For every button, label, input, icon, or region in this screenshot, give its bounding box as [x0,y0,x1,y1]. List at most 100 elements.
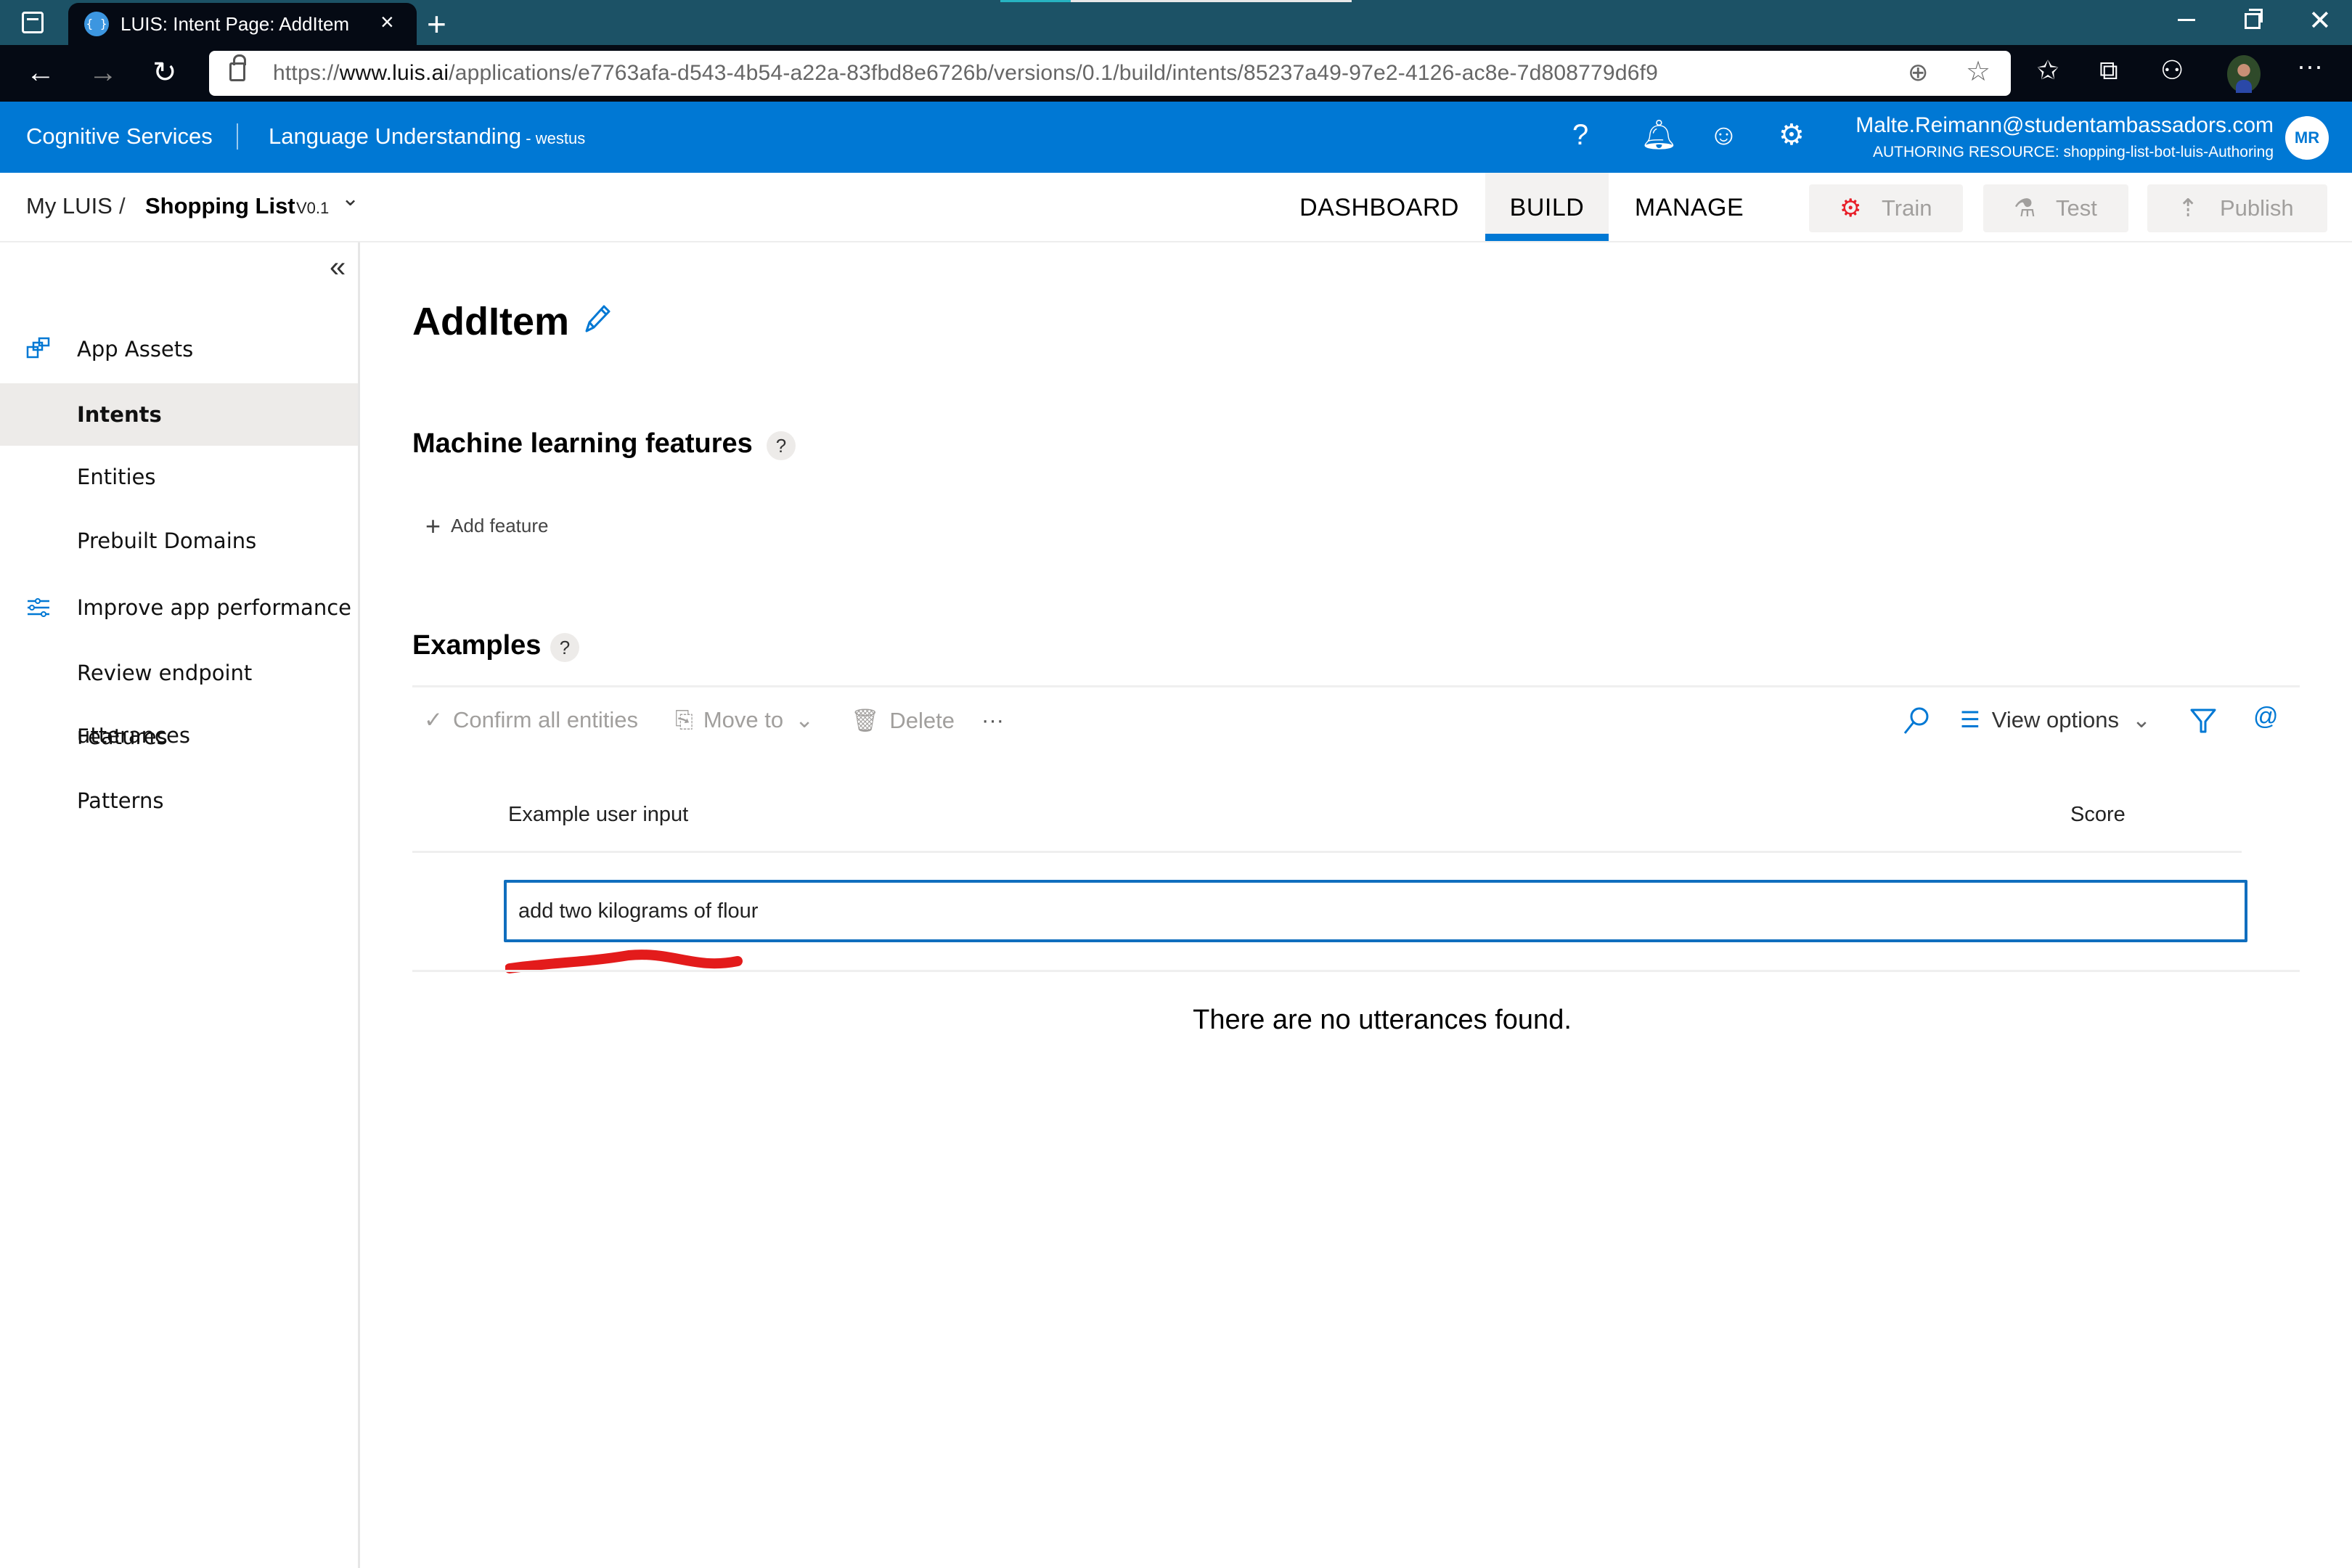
help-icon[interactable]: ? [1572,118,1588,152]
region-label: - westus [521,129,586,147]
reload-icon[interactable]: ↻ [152,55,177,90]
breadcrumb-app-name[interactable]: Shopping List [145,193,295,219]
move-to-button[interactable]: ⎘ Move to ⌄ [675,707,814,734]
checkmark-icon: ✓ [424,707,443,732]
collections-icon[interactable]: ⧉ [2099,55,2118,86]
forward-arrow-icon[interactable]: → [89,55,118,90]
user-email[interactable]: Malte.Reimann@studentambassadors.com [1855,113,2274,138]
url-path: /applications/e7763afa-d543-4b54-a22a-83… [449,61,1659,85]
train-gears-icon: ⚙ [1839,195,1862,222]
sidebar-item-label: Patterns [77,788,164,813]
more-icon[interactable]: ··· [2297,51,2323,81]
notification-bell-icon[interactable]: 🔔︎ [1641,118,1678,152]
test-label: Test [2056,195,2097,221]
header-divider [237,123,238,150]
trash-icon: 🗑︎ [851,708,880,733]
url-text[interactable]: https://www.luis.ai/applications/e7763af… [273,61,1658,86]
view-options-label: View options [1991,707,2120,732]
tab-manage[interactable]: MANAGE [1620,173,1758,241]
delete-label: Delete [889,708,955,733]
new-tab-button[interactable]: + [427,4,446,44]
table-row-divider [412,970,2300,972]
sidebar-item-app-assets[interactable]: App Assets [0,318,358,380]
view-options-button[interactable]: ☰ View options ⌄ [1960,707,2151,733]
add-feature-button[interactable]: + Add feature [425,511,548,542]
examples-heading: Examples [412,630,542,661]
sidebar-item-improve-app-performance[interactable]: Improve app performance [0,576,358,639]
feedback-smiley-icon[interactable]: ☺ [1709,118,1739,152]
filter-icon[interactable] [2189,707,2217,735]
browser-profile-avatar[interactable] [2227,55,2261,93]
browser-toolbar: ← → ↻ https://www.luis.ai/applications/e… [0,45,2352,102]
collapse-sidebar-icon[interactable]: « [330,251,346,284]
cognitive-services-link[interactable]: Cognitive Services [26,123,213,150]
address-bar[interactable]: https://www.luis.ai/applications/e7763af… [209,51,2011,96]
back-arrow-icon[interactable]: ← [26,55,55,90]
sidebar-item-entities[interactable]: Entities [0,446,358,508]
sidebar-item-patterns[interactable]: Patterns [0,769,358,832]
sidebar-item-features[interactable]: Features [0,706,358,768]
tab-title: LUIS: Intent Page: AddItem [121,13,350,35]
browser-tab-active[interactable]: { } LUIS: Intent Page: AddItem × [68,3,417,45]
close-tab-icon[interactable]: × [380,9,394,36]
entity-at-icon[interactable]: @ [2253,703,2279,731]
empty-state-message: There are no utterances found. [1193,1005,1572,1035]
sidebar-item-label: App Assets [77,337,194,362]
search-icon[interactable] [1902,706,1931,736]
settings-gear-icon[interactable]: ⚙ [1779,118,1805,152]
app-version[interactable]: V0.1 [296,199,329,218]
delete-button[interactable]: 🗑︎ Delete [851,707,955,734]
more-commands-button[interactable]: ··· [981,707,1004,733]
page-title: AddItem [412,300,569,343]
sidebar-item-prebuilt-domains[interactable]: Prebuilt Domains [0,510,358,572]
test-button[interactable]: ⚗ Test [1983,184,2128,232]
product-name[interactable]: Language Understanding - westus [269,123,585,150]
sidebar-item-review-endpoint-utterances[interactable]: Review endpoint utterances [0,642,358,748]
train-button[interactable]: ⚙ Train [1809,184,1963,232]
sidebar-item-intents[interactable]: Intents [0,383,358,446]
zoom-icon[interactable]: ⊕ [1908,58,1929,87]
main-content: AddItem Machine learning features ? + Add… [360,242,2352,1568]
publish-upload-icon: ⇡ [2178,195,2199,222]
tab-build[interactable]: BUILD [1485,173,1609,241]
sidebar-item-label: Prebuilt Domains [77,528,257,553]
move-to-label: Move to [703,707,784,732]
sidebar-item-label: Features [77,724,168,749]
url-domain: www.luis.ai [339,61,449,85]
red-annotation-underline [505,950,743,973]
ml-features-help-icon[interactable]: ? [767,431,796,460]
page-load-progress-fill [1000,0,1071,2]
examples-help-icon[interactable]: ? [550,633,579,662]
move-to-chevron-down-icon: ⌄ [795,707,814,732]
table-header-divider [412,851,2242,853]
tab-dashboard[interactable]: DASHBOARD [1299,173,1459,241]
column-header-score[interactable]: Score [2070,803,2126,827]
breadcrumb-separator: / [119,193,126,219]
share-icon[interactable]: ⚇ [2160,55,2184,86]
view-options-chevron-down-icon: ⌄ [2132,707,2151,732]
tab-actions-icon[interactable] [22,12,44,33]
train-label: Train [1882,195,1932,221]
confirm-all-entities-button[interactable]: ✓ Confirm all entities [424,707,638,733]
edit-pencil-icon[interactable] [582,302,611,335]
lock-icon[interactable] [229,54,246,81]
utterance-input[interactable] [504,880,2247,942]
luis-favicon-icon: { } [84,12,109,36]
column-header-example-user-input[interactable]: Example user input [508,803,688,827]
sidebar: « App Assets Intents Entities Prebuilt D… [0,242,360,1568]
sidebar-item-label: Improve app performance [77,595,351,620]
user-avatar[interactable]: MR [2285,116,2329,160]
sliders-icon [28,598,49,617]
breadcrumb-my-luis[interactable]: My LUIS [26,193,113,219]
window-minimize-button[interactable] [2178,19,2195,21]
app-navbar: My LUIS / Shopping List V0.1 ⌄ DASHBOARD… [0,173,2352,242]
window-restore-button[interactable] [2245,9,2263,29]
favorites-icon[interactable]: ✩ [2037,55,2059,86]
confirm-all-label: Confirm all entities [452,707,638,732]
examples-divider [412,685,2300,687]
add-favorite-icon[interactable]: ☆ [1966,55,1990,88]
publish-button[interactable]: ⇡ Publish [2147,184,2327,232]
page-load-progress [1000,0,1352,2]
version-chevron-down-icon[interactable]: ⌄ [341,186,359,211]
window-close-button[interactable]: ✕ [2308,4,2332,37]
